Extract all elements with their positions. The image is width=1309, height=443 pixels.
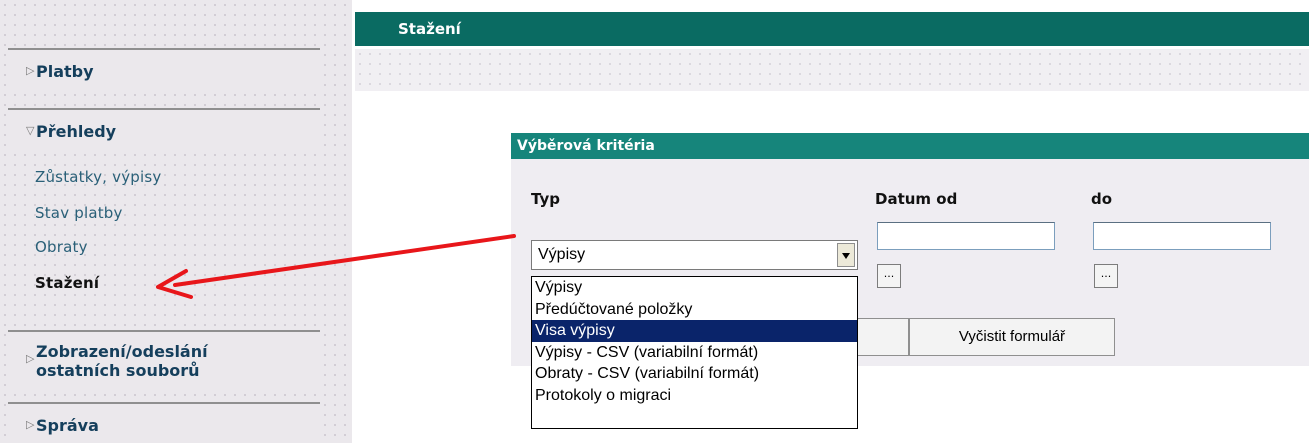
type-label: Typ — [531, 190, 560, 208]
criteria-header: Výběrová kritéria — [511, 133, 1309, 159]
page-title: Stažení — [398, 20, 461, 38]
sidebar-section-label: Správa — [36, 416, 99, 435]
date-from-input[interactable] — [877, 222, 1055, 250]
search-button[interactable] — [857, 318, 909, 356]
dropdown-option[interactable]: Obraty - CSV (variabilní formát) — [532, 363, 857, 385]
chevron-down-icon: ▽ — [26, 124, 35, 137]
sidebar-section-platby[interactable]: ▷ Platby — [8, 48, 320, 92]
chevron-right-icon: ▷ — [26, 352, 35, 365]
sidebar-section-zobrazeni-odeslani[interactable]: ▷ Zobrazení/odeslání ostatních souborů — [8, 330, 320, 386]
sidebar-item-obraty[interactable]: Obraty — [35, 238, 88, 256]
sidebar-section-label: Platby — [36, 62, 94, 81]
date-to-input[interactable] — [1093, 222, 1271, 250]
dropdown-option[interactable]: Výpisy - CSV (variabilní formát) — [532, 342, 857, 364]
sidebar: ▷ Platby ▽ Přehledy Zůstatky, výpisy Sta… — [0, 0, 352, 443]
sidebar-section-sprava[interactable]: ▷ Správa — [8, 402, 320, 443]
clear-form-button[interactable]: Vyčistit formulář — [909, 318, 1115, 356]
page-header: Stažení — [355, 12, 1309, 46]
sidebar-section-label-line1: Zobrazení/odeslání — [36, 342, 208, 361]
header-divider-strip — [355, 49, 1309, 91]
criteria-title: Výběrová kritéria — [517, 138, 655, 154]
sidebar-section-prehledy[interactable]: ▽ Přehledy — [8, 108, 320, 152]
type-dropdown-list[interactable]: Výpisy Předúčtované položky Visa výpisy … — [531, 276, 858, 429]
type-select[interactable]: Výpisy — [531, 240, 858, 270]
chevron-right-icon: ▷ — [26, 418, 35, 431]
date-from-label: Datum od — [875, 190, 958, 208]
dropdown-option[interactable]: Výpisy — [532, 277, 857, 299]
sidebar-section-label-line2: ostatních souborů — [36, 361, 200, 380]
chevron-right-icon: ▷ — [26, 64, 35, 77]
sidebar-item-zustatky-vypisy[interactable]: Zůstatky, výpisy — [35, 168, 161, 186]
sidebar-section-label: Zobrazení/odeslání ostatních souborů — [36, 342, 208, 380]
sidebar-item-stazeni[interactable]: Stažení — [35, 274, 99, 292]
sidebar-section-label: Přehledy — [36, 122, 117, 141]
date-to-label: do — [1091, 190, 1113, 208]
select-arrow-icon[interactable] — [837, 243, 855, 267]
sidebar-item-stav-platby[interactable]: Stav platby — [35, 204, 123, 222]
type-select-value: Výpisy — [538, 246, 586, 263]
dropdown-option[interactable]: Protokoly o migraci — [532, 385, 857, 407]
date-from-calendar-button[interactable]: ... — [877, 264, 901, 288]
date-to-calendar-button[interactable]: ... — [1094, 264, 1118, 288]
dropdown-option-highlighted[interactable]: Visa výpisy — [532, 320, 857, 342]
dropdown-option[interactable]: Předúčtované položky — [532, 299, 857, 321]
